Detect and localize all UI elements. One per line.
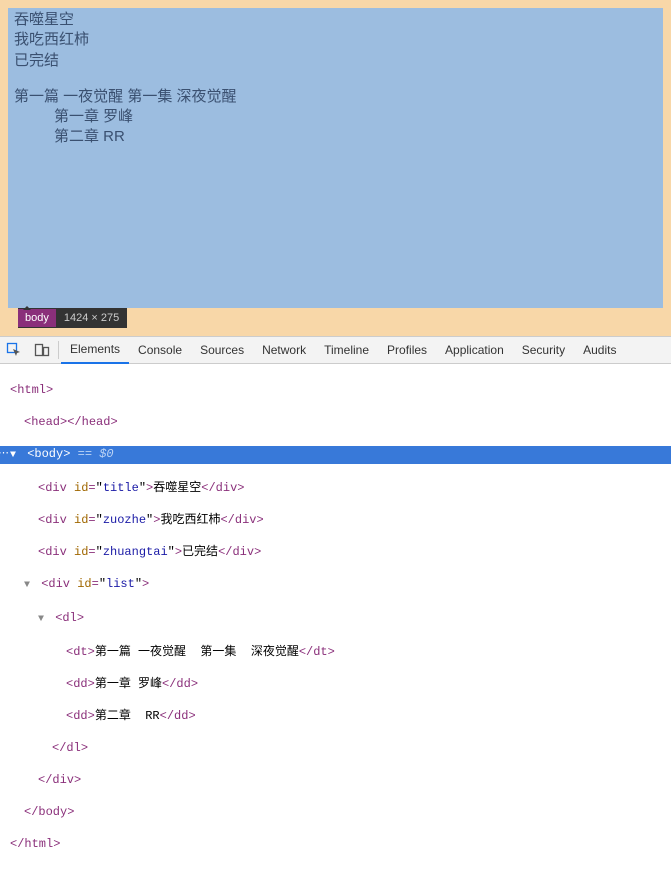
tab-console[interactable]: Console (129, 336, 191, 364)
tab-application[interactable]: Application (436, 336, 513, 364)
dom-node-dd-1[interactable]: <dd>第一章 罗峰</dd> (0, 676, 671, 692)
elements-dom-tree[interactable]: <html> <head></head> ▼ <body> == $0 <div… (0, 364, 671, 878)
dom-node-div-zuozhe[interactable]: <div id="zuozhe">我吃西红柿</div> (0, 512, 671, 528)
dom-node-html-close[interactable]: </html> (0, 836, 671, 852)
expand-arrow-icon[interactable]: ▼ (10, 448, 20, 464)
dom-node-div-zhuangtai[interactable]: <div id="zhuangtai">已完结</div> (0, 544, 671, 560)
dom-node-body-close[interactable]: </body> (0, 804, 671, 820)
page-preview-body[interactable]: 吞噬星空 我吃西红柿 已完结 第一篇 一夜觉醒 第一集 深夜觉醒 第一章 罗峰 … (8, 8, 663, 308)
preview-section-heading: 第一篇 一夜觉醒 第一集 深夜觉醒 (14, 87, 657, 107)
device-toolbar-icon[interactable] (28, 336, 56, 364)
preview-chapter-2: 第二章 RR (14, 127, 657, 147)
tab-network[interactable]: Network (253, 336, 315, 364)
dom-node-div-title[interactable]: <div id="title">吞噬星空</div> (0, 480, 671, 496)
dom-node-head[interactable]: <head></head> (0, 414, 671, 430)
expand-arrow-icon[interactable]: ▼ (24, 578, 34, 594)
dom-node-dl-open[interactable]: ▼ <dl> (0, 610, 671, 628)
tab-security[interactable]: Security (513, 336, 574, 364)
dom-node-dd-2[interactable]: <dd>第二章 RR</dd> (0, 708, 671, 724)
devtools-toolbar: Elements Console Sources Network Timelin… (0, 336, 671, 364)
tab-audits[interactable]: Audits (574, 336, 625, 364)
page-preview-wrapper: 吞噬星空 我吃西红柿 已完结 第一篇 一夜觉醒 第一集 深夜觉醒 第一章 罗峰 … (0, 0, 671, 336)
dom-node-div-list-close[interactable]: </div> (0, 772, 671, 788)
preview-status: 已完结 (14, 51, 657, 71)
tooltip-tag-name: body (18, 309, 56, 327)
dom-node-html-open[interactable]: <html> (0, 382, 671, 398)
toolbar-separator (58, 341, 59, 359)
tooltip-dimensions: 1424 × 275 (56, 309, 127, 327)
preview-title: 吞噬星空 (14, 10, 657, 30)
dom-node-body-open[interactable]: ▼ <body> == $0 (0, 446, 671, 464)
tab-timeline[interactable]: Timeline (315, 336, 378, 364)
element-size-tooltip: body 1424 × 275 (8, 308, 663, 336)
inspect-element-icon[interactable] (0, 336, 28, 364)
preview-author: 我吃西红柿 (14, 30, 657, 50)
dom-node-div-list-open[interactable]: ▼ <div id="list"> (0, 576, 671, 594)
preview-chapter-1: 第一章 罗峰 (14, 107, 657, 127)
dom-node-dl-close[interactable]: </dl> (0, 740, 671, 756)
tab-elements[interactable]: Elements (61, 336, 129, 364)
expand-arrow-icon[interactable]: ▼ (38, 612, 48, 628)
tab-sources[interactable]: Sources (191, 336, 253, 364)
tab-profiles[interactable]: Profiles (378, 336, 436, 364)
dom-node-dt[interactable]: <dt>第一篇 一夜觉醒 第一集 深夜觉醒</dt> (0, 644, 671, 660)
